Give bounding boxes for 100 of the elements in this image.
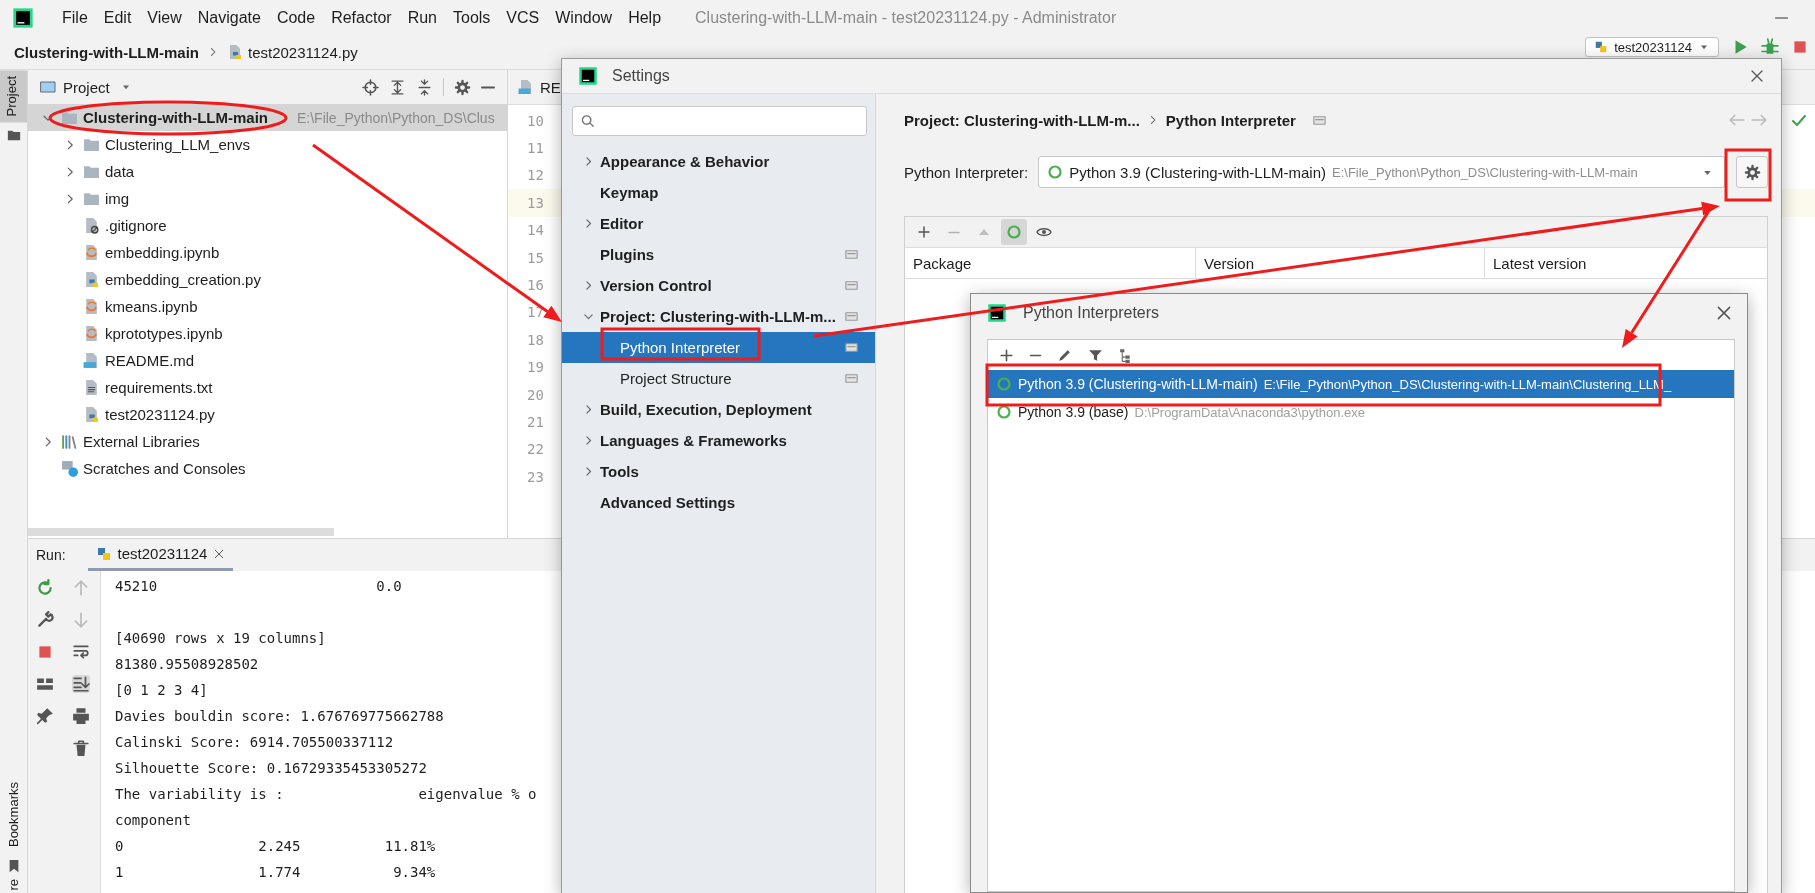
column-header[interactable]: Package <box>905 248 1196 278</box>
menu-item[interactable]: Tools <box>445 8 499 27</box>
tree-item[interactable]: External Libraries <box>28 428 507 455</box>
line-number: 23 <box>526 468 545 485</box>
close-icon[interactable] <box>213 547 226 560</box>
console-line: 45210 0.0 <box>115 577 403 596</box>
console-line: Davies bouldin score: 1.676769775662788 <box>115 707 445 726</box>
trash-icon[interactable] <box>72 739 90 757</box>
notebook-file-icon <box>83 298 100 315</box>
tree-item[interactable]: kmeans.ipynb <box>28 293 507 320</box>
line-number: 18 <box>526 331 545 348</box>
tree-item[interactable]: embedding.ipynb <box>28 239 507 266</box>
panel-title[interactable]: Project <box>63 78 110 96</box>
tree-item[interactable]: img <box>28 185 507 212</box>
crosshair-icon[interactable] <box>362 78 379 96</box>
menu-item[interactable]: Code <box>268 8 324 27</box>
menu-item[interactable]: Refactor <box>323 8 400 27</box>
print-icon[interactable] <box>72 707 90 725</box>
settings-tree-item[interactable]: Build, Execution, Deployment <box>562 394 875 425</box>
console-line: 81380.95508928502 <box>115 655 260 674</box>
console-line: [0 1 2 3 4] <box>115 681 209 700</box>
window-title: Clustering-with-LLM-main - test20231124.py - Administrator <box>695 8 1117 27</box>
tree-item[interactable]: requirements.txt <box>28 374 507 401</box>
folder-icon <box>6 128 21 143</box>
folder-icon <box>83 136 100 153</box>
rerun-icon[interactable] <box>36 579 54 597</box>
settings-tree-item[interactable]: Appearance & Behavior <box>562 146 875 177</box>
add-icon[interactable] <box>998 346 1015 364</box>
layout-icon[interactable] <box>36 675 54 693</box>
minimize-icon[interactable] <box>481 85 495 89</box>
tree-item[interactable]: data <box>28 158 507 185</box>
bug-icon[interactable] <box>1761 38 1779 56</box>
app-logo <box>12 6 34 29</box>
spinner-icon <box>1006 224 1022 240</box>
python-icon <box>95 545 112 562</box>
tree-item[interactable]: Clustering_LLM_envs <box>28 131 507 158</box>
scroll-to-end-icon[interactable] <box>72 675 90 693</box>
breadcrumb-item[interactable]: test20231124.py <box>248 43 358 61</box>
editor-tab[interactable]: RE <box>508 70 571 104</box>
settings-tree-item[interactable]: Languages & Frameworks <box>562 425 875 456</box>
line-number: 16 <box>526 277 545 294</box>
tree-item[interactable]: README.md <box>28 347 507 374</box>
close-icon[interactable] <box>1749 68 1765 84</box>
pin-icon[interactable] <box>36 707 54 725</box>
project-tool-tab[interactable]: Project <box>0 70 27 123</box>
tree-item[interactable]: Clustering-with-LLM-main E:\File_Python\Python_DS\Clus <box>28 104 507 131</box>
console-line: 0 2.245 11.81% <box>115 837 437 856</box>
breadcrumb-item[interactable]: Python Interpreter <box>1165 111 1296 129</box>
settings-button[interactable] <box>1736 156 1768 188</box>
menu-item[interactable]: Help <box>620 8 670 27</box>
settings-icon[interactable] <box>454 78 471 96</box>
menu-item[interactable]: Navigate <box>189 8 269 27</box>
breadcrumb-item[interactable]: Project: Clustering-with-LLM-m... <box>904 111 1140 129</box>
console-line: Silhouette Score: 0.16729335453305272 <box>115 759 428 778</box>
minimize-icon[interactable] <box>1774 16 1789 19</box>
remove-icon[interactable] <box>1029 353 1042 357</box>
ignore-file-icon <box>83 217 100 234</box>
soft-wrap-icon[interactable] <box>72 643 90 661</box>
settings-tree-item[interactable]: Project: Clustering-with-LLM-m... <box>562 301 875 332</box>
interpreter-dropdown[interactable]: Python 3.9 (Clustering-with-LLM-main) E:\File_Python\Python_DS\Clustering-with-LLM-main <box>1038 156 1725 188</box>
tree-item[interactable]: test20231124.py <box>28 401 507 428</box>
notebook-file-icon <box>83 325 100 342</box>
tree-item[interactable]: Scratches and Consoles <box>28 455 507 482</box>
column-header[interactable]: Version <box>1196 248 1485 278</box>
settings-tree-item[interactable]: Keymap <box>562 177 875 208</box>
settings-tree-item[interactable]: Project Structure <box>562 363 875 394</box>
menu-item[interactable]: Window <box>547 8 621 27</box>
expand-all-icon[interactable] <box>389 78 406 96</box>
settings-tree-item[interactable]: Advanced Settings <box>562 487 875 518</box>
add-icon <box>916 224 932 240</box>
stop-icon[interactable] <box>36 643 54 661</box>
breadcrumb-item[interactable]: Clustering-with-LLM-main <box>14 43 199 61</box>
tree-item[interactable]: .gitignore <box>28 212 507 239</box>
scrollbar-thumb[interactable] <box>28 528 334 536</box>
structure-tool-tab[interactable]: re <box>2 879 25 893</box>
stop-icon[interactable] <box>1791 38 1809 56</box>
settings-tree-item[interactable]: Plugins <box>562 239 875 270</box>
menu-item[interactable]: Run <box>399 8 445 27</box>
settings-tree-item[interactable]: Editor <box>562 208 875 239</box>
menu-item[interactable]: View <box>139 8 190 27</box>
tree-item[interactable]: embedding_creation.py <box>28 266 507 293</box>
column-header[interactable]: Latest version <box>1485 248 1767 278</box>
collapse-all-icon[interactable] <box>416 78 433 96</box>
menu-item[interactable]: VCS <box>498 8 548 27</box>
search-field[interactable] <box>572 106 867 136</box>
interpreter-item[interactable]: Python 3.9 (base) D:\ProgramData\Anaconda3\python.exe <box>988 398 1734 426</box>
search-icon <box>581 113 596 129</box>
menu-item[interactable]: Edit <box>95 8 140 27</box>
tree-item[interactable]: kprototypes.ipynb <box>28 320 507 347</box>
run-configuration-dropdown[interactable]: test20231124 <box>1585 37 1719 57</box>
settings-icon <box>1743 163 1761 181</box>
menu-item[interactable]: File <box>54 8 96 27</box>
scratches-icon <box>61 460 78 477</box>
settings-tree-item[interactable]: Version Control <box>562 270 875 301</box>
bookmarks-tool-tab[interactable]: Bookmarks <box>2 776 25 854</box>
dialog-title: Settings <box>612 67 670 85</box>
settings-tree-item[interactable]: Python Interpreter <box>562 332 875 363</box>
dialog-title: Python Interpreters <box>1023 303 1160 322</box>
wrench-icon[interactable] <box>36 611 54 629</box>
settings-tree-item[interactable]: Tools <box>562 456 875 487</box>
